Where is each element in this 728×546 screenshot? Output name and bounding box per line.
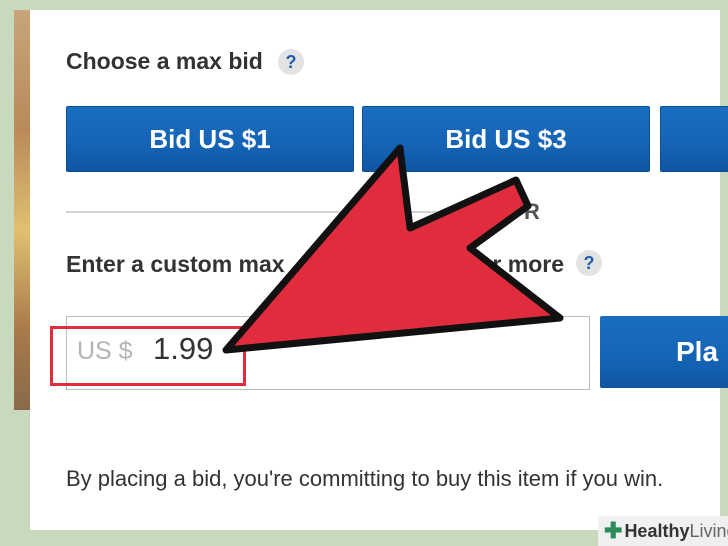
red-arrow-icon <box>222 144 564 354</box>
plus-icon: ✚ <box>604 518 623 543</box>
healthy-living-watermark: ✚ Healthy Living <box>598 516 728 546</box>
annotation-arrow <box>222 144 564 354</box>
watermark-part2: Living <box>689 520 728 541</box>
watermark-part1: Healthy <box>624 520 690 541</box>
